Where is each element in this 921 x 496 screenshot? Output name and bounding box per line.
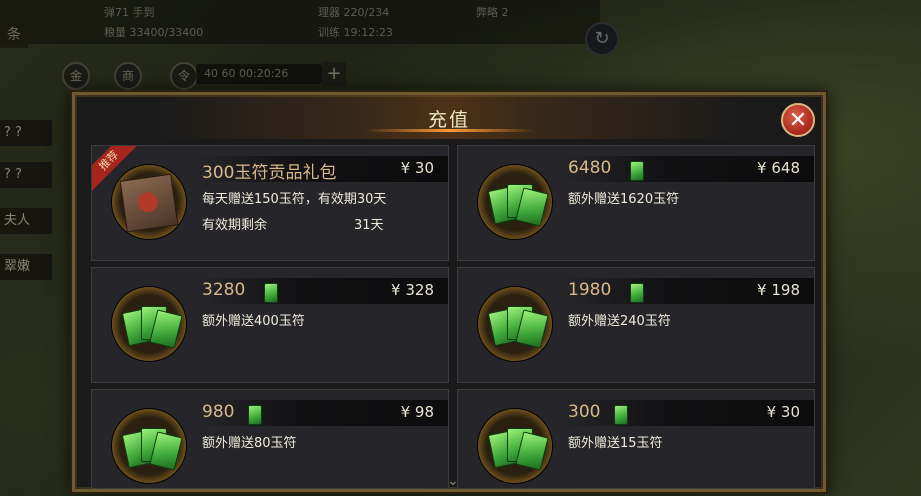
recharge-card-1980[interactable]: 1980 ¥ 198 额外赠送240玉符 [457, 267, 815, 383]
jade-tokens-icon [121, 302, 183, 349]
bonus-text: 额外赠送80玉符 [202, 436, 297, 451]
package-description: 每天赠送150玉符，有效期30天 [202, 192, 387, 207]
recharge-card-300[interactable]: 300 ¥ 30 额外赠送15玉符 [457, 389, 815, 489]
package-title: 300玉符贡品礼包 [202, 163, 337, 183]
dialog-title: 充值 [427, 109, 470, 131]
recharge-card-980[interactable]: 980 ¥ 98 额外赠送80玉符 [91, 389, 449, 489]
package-amount: 300 [568, 402, 601, 422]
bonus-text: 额外赠送240玉符 [568, 314, 671, 329]
package-amount: 980 [202, 402, 235, 422]
package-amount: 3280 [202, 280, 246, 300]
jade-token-icon [630, 283, 644, 303]
title-underline [365, 129, 535, 132]
jade-token-icon [264, 283, 278, 303]
close-button[interactable]: ✕ [781, 103, 815, 137]
jade-token-icon [630, 161, 644, 181]
recharge-dialog: 充值 ✕ 推荐 300玉符贡品礼包 ¥ 30 每天赠送150玉符，有效期30天 … [72, 92, 826, 492]
bonus-text: 额外赠送1620玉符 [568, 192, 680, 207]
validity-label: 有效期剩余 [202, 218, 268, 233]
recharge-card-3280[interactable]: 3280 ¥ 328 额外赠送400玉符 [91, 267, 449, 383]
validity-value: 31天 [354, 218, 384, 233]
gift-pack-icon [119, 173, 179, 233]
price-label: ¥ 648 [757, 159, 800, 177]
jade-tokens-icon [487, 424, 549, 471]
package-amount: 1980 [568, 280, 612, 300]
price-label: ¥ 30 [400, 159, 434, 177]
package-coin [112, 165, 186, 239]
bonus-text: 额外赠送15玉符 [568, 436, 663, 451]
jade-token-icon [614, 405, 628, 425]
price-label: ¥ 30 [766, 403, 800, 421]
bonus-text: 额外赠送400玉符 [202, 314, 305, 329]
recharge-card-gift-pack[interactable]: 推荐 300玉符贡品礼包 ¥ 30 每天赠送150玉符，有效期30天 有效期剩余… [91, 145, 449, 261]
package-coin [112, 287, 186, 361]
scroll-down-icon[interactable]: ⌄ [447, 473, 459, 489]
price-label: ¥ 328 [391, 281, 434, 299]
jade-token-icon [248, 405, 262, 425]
jade-tokens-icon [487, 180, 549, 227]
jade-tokens-icon [487, 302, 549, 349]
jade-tokens-icon [121, 424, 183, 471]
recharge-card-6480[interactable]: 6480 ¥ 648 额外赠送1620玉符 [457, 145, 815, 261]
package-amount: 6480 [568, 158, 612, 178]
price-label: ¥ 198 [757, 281, 800, 299]
package-coin [478, 409, 552, 483]
package-coin [112, 409, 186, 483]
price-label: ¥ 98 [400, 403, 434, 421]
package-coin [478, 287, 552, 361]
package-coin [478, 165, 552, 239]
